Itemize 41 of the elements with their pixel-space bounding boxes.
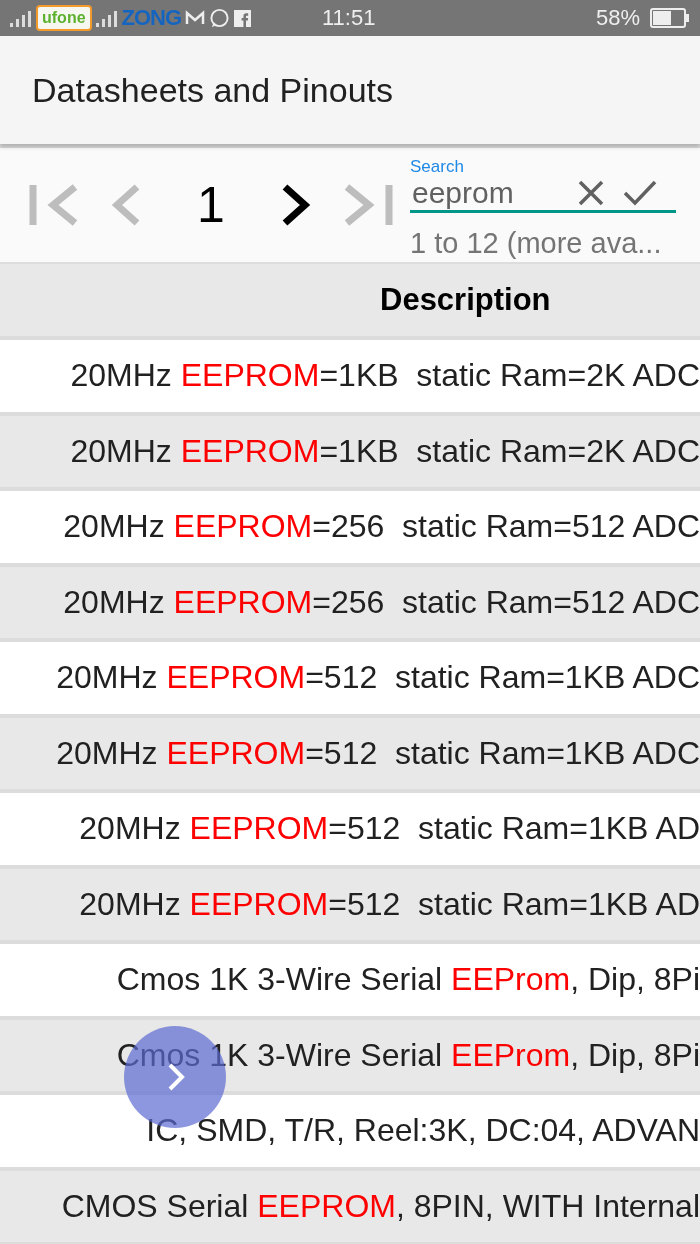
table-cell: Cmos 1K 3-Wire Serial EEProm, Dip, 8Pi [116,961,700,999]
table-row[interactable]: 20MHz EEPROM=512 static Ram=1KB AD [0,793,700,865]
app-title: Datasheets and Pinouts [32,70,394,110]
table-row[interactable]: IC, SMD, T/R, Reel:3K, DC:04, ADVAN [0,1095,700,1167]
table-cell: CMOS Serial EEPROM, 8PIN, WITH Internal [61,1187,700,1225]
facebook-icon [234,9,252,27]
mail-icon [185,10,206,26]
signal-icon [10,9,32,27]
table-row[interactable]: 20MHz EEPROM=1KB static Ram=2K ADC [0,415,700,487]
result-count: 1 to 12 (more ava... [410,227,663,260]
table-cell: IC, SMD, T/R, Reel:3K, DC:04, ADVAN [146,1112,700,1150]
table-cell: Cmos 1K 3-Wire Serial EEProm, Dip, 8Pi [116,1036,700,1074]
chat-icon [209,7,231,29]
carrier-logo: ZONG [121,5,182,31]
checkmark-icon[interactable] [622,178,658,208]
carrier-logo: ufone [36,5,92,31]
table-row[interactable]: 20MHz EEPROM=256 static Ram=512 ADC [0,491,700,563]
table-cell: 20MHz EEPROM=512 static Ram=1KB ADC [56,734,700,772]
close-icon[interactable] [576,178,606,208]
table-cell: 20MHz EEPROM=512 static Ram=1KB AD [79,885,700,923]
page-number: 1 [196,176,226,234]
table-row[interactable]: Cmos 1K 3-Wire Serial EEProm, Dip, 8Pi [0,944,700,1016]
table-row[interactable]: CMOS Serial EEPROM, 8PIN, WITH Internal [0,1170,700,1242]
field-label: Search [410,158,465,176]
table-cell: 20MHz EEPROM=256 static Ram=512 ADC [63,583,700,621]
search-field[interactable]: eeprom [410,176,564,210]
column-header: Description [380,282,551,318]
table-row[interactable]: 20MHz EEPROM=1KB static Ram=2K ADC [0,340,700,412]
battery-percent: 58% [595,5,640,31]
table-row[interactable]: 20MHz EEPROM=512 static Ram=1KB ADC [0,717,700,789]
table-cell: 20MHz EEPROM=512 static Ram=1KB ADC [56,659,700,697]
table-cell: 20MHz EEPROM=256 static Ram=512 ADC [63,508,700,546]
battery-icon [650,8,690,28]
table-row[interactable]: 20MHz EEPROM=256 static Ram=512 ADC [0,566,700,638]
table-cell: 20MHz EEPROM=512 static Ram=1KB AD [79,810,700,848]
table-cell: 20MHz EEPROM=1KB static Ram=2K ADC [70,432,700,470]
table-row[interactable]: 20MHz EEPROM=512 static Ram=1KB ADC [0,642,700,714]
table-row[interactable]: 20MHz EEPROM=512 static Ram=1KB AD [0,868,700,940]
table-cell: 20MHz EEPROM=1KB static Ram=2K ADC [70,357,700,395]
signal-icon [95,9,118,27]
clock-time: 11:51 [322,5,376,31]
